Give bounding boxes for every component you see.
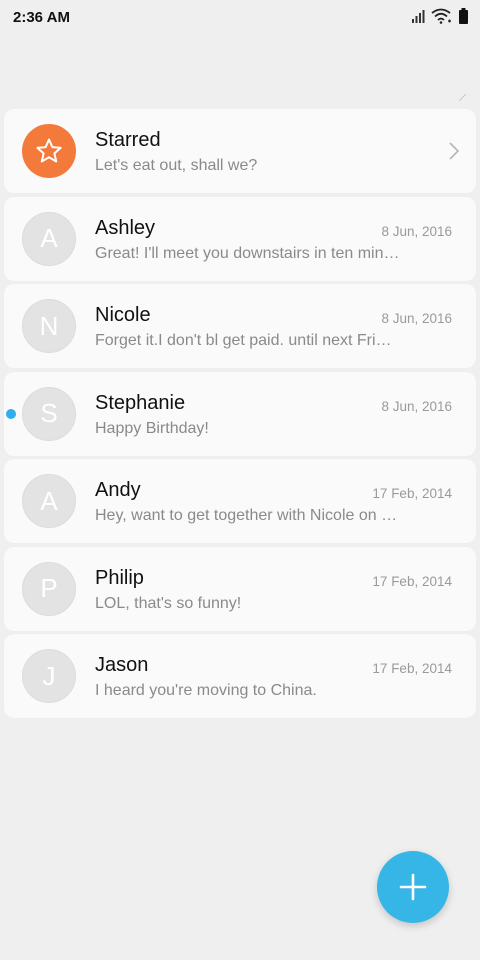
conversation-date: 17 Feb, 2014 — [372, 573, 452, 589]
status-bar: 2:36 AM — [0, 0, 480, 34]
avatar: P — [22, 561, 76, 616]
conversation-stephanie[interactable]: S Stephanie 8 Jun, 2016 Happy Birthday! — [4, 371, 476, 456]
star-icon — [36, 138, 62, 163]
conversation-date: 8 Jun, 2016 — [381, 311, 452, 326]
conversation-name: Andy — [95, 479, 141, 501]
battery-icon — [459, 8, 468, 24]
conversation-name: Ashley — [95, 216, 156, 239]
conversation-preview: Great! I'll meet you downstairs in ten m… — [95, 244, 400, 262]
conversation-preview: Forget it.I don't bl get paid. until nex… — [95, 332, 400, 349]
conversation-date: 8 Jun, 2016 — [381, 223, 452, 239]
plus-icon — [399, 873, 427, 901]
new-message-button[interactable] — [377, 851, 449, 923]
conversation-name: Jason — [95, 654, 149, 676]
conversation-nicole[interactable]: N Nicole 8 Jun, 2016 Forget it.I don't b… — [4, 284, 476, 368]
conversation-ashley[interactable]: A Ashley 8 Jun, 2016 Great! I'll meet yo… — [4, 196, 476, 281]
conversation-name: Stephanie — [95, 391, 186, 414]
avatar: A — [22, 211, 76, 266]
conversation-preview: Hey, want to get together with Nicole on… — [95, 507, 400, 524]
signal-icon — [412, 10, 425, 23]
conversation-jason[interactable]: J Jason 17 Feb, 2014 I heard you're movi… — [4, 634, 476, 718]
avatar: J — [22, 649, 76, 703]
corner-mark-icon — [458, 93, 467, 102]
conversation-name: Philip — [95, 566, 144, 589]
avatar: N — [22, 299, 76, 353]
conversation-preview: LOL, that's so funny! — [95, 594, 242, 612]
chevron-right-icon — [449, 142, 460, 160]
conversation-list: Starred Let's eat out, shall we? A Ashle… — [4, 109, 476, 722]
status-icons — [411, 8, 468, 24]
conversation-date: 8 Jun, 2016 — [381, 398, 452, 414]
conversation-date: 17 Feb, 2014 — [372, 661, 452, 676]
conversation-preview: Let's eat out, shall we? — [95, 157, 258, 174]
conversation-philip[interactable]: P Philip 17 Feb, 2014 LOL, that's so fun… — [4, 546, 476, 631]
conversation-preview: Happy Birthday! — [95, 419, 209, 437]
avatar: A — [22, 474, 76, 528]
wifi-icon — [431, 8, 451, 24]
starred-avatar — [22, 124, 76, 178]
conversation-name: Starred — [95, 129, 161, 151]
conversation-andy[interactable]: A Andy 17 Feb, 2014 Hey, want to get tog… — [4, 459, 476, 543]
avatar: S — [22, 386, 76, 441]
conversation-name: Nicole — [95, 304, 151, 326]
conversation-starred[interactable]: Starred Let's eat out, shall we? — [4, 109, 476, 193]
conversation-date: 17 Feb, 2014 — [372, 486, 452, 501]
conversation-preview: I heard you're moving to China. — [95, 682, 317, 699]
unread-dot — [6, 408, 16, 419]
status-time: 2:36 AM — [13, 9, 70, 26]
